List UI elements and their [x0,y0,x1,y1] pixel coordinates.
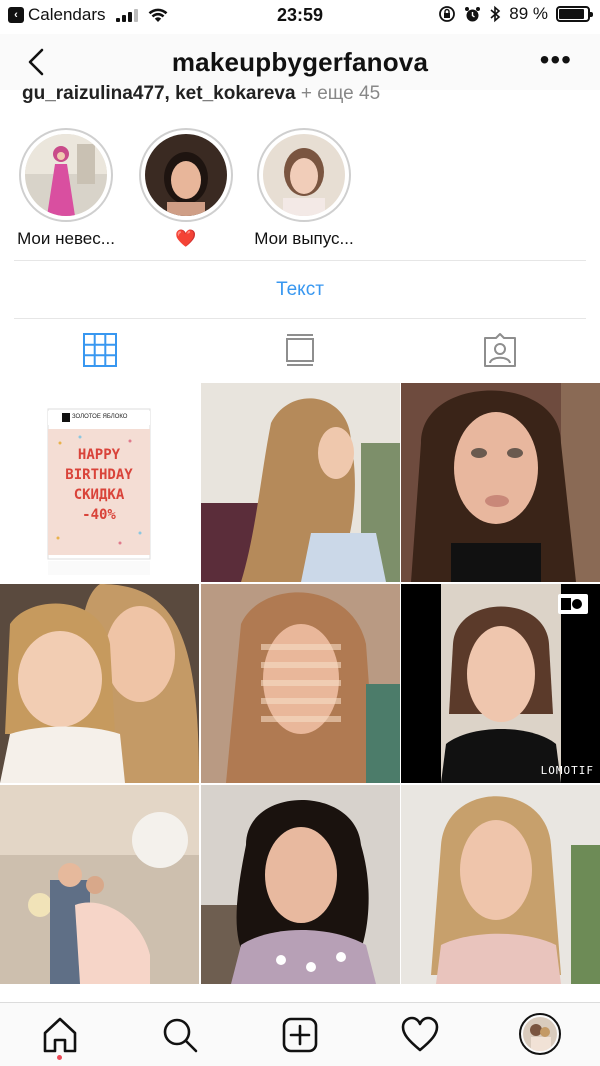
search-icon[interactable] [160,1015,200,1055]
post-photo[interactable] [201,383,400,582]
followed-by-names: gu_raizulina477, ket_kokareva [22,84,296,104]
promo-line: HAPPY [77,447,121,463]
promo-line: СКИДКА [73,487,125,503]
bride-photo [25,134,107,216]
highlight-heart[interactable]: ❤️ [126,128,246,249]
status-bar: ‹ Calendars 23:59 89 % [0,0,600,34]
post-photo[interactable] [201,785,400,984]
promo-brand: ЗОЛОТОЕ ЯБЛОКО [72,414,128,420]
heart-photo [145,134,227,216]
post-promo[interactable]: ЗОЛОТОЕ ЯБЛОКО HAPPY BIRTHDAY СКИДКА -40… [0,383,199,582]
divider [14,260,586,261]
highlight-brides[interactable]: Мои невес... [6,128,126,249]
post-photo[interactable] [401,383,600,582]
post-photo[interactable] [0,584,199,783]
orientation-lock-icon [439,6,456,22]
followed-by-text[interactable]: gu_raizulina477, ket_kokareva + еще 45 [22,84,380,104]
navigation-bar: makeupbygerfanova ••• [0,34,600,90]
highlight-label: Мои выпус... [254,229,354,248]
battery-icon [556,6,593,22]
divider [14,318,586,319]
highlight-ring [257,128,351,222]
followed-by-more: + еще 45 [295,84,381,104]
profile-tabs [0,320,600,382]
feed-icon[interactable] [282,332,318,368]
highlight-ring [19,128,113,222]
activity-heart-icon[interactable] [400,1015,440,1055]
bottom-tab-bar [0,1002,600,1066]
profile-username: makeupbygerfanova [171,46,429,77]
text-button[interactable]: Текст [0,262,600,318]
grid-icon[interactable] [82,332,118,368]
more-options-icon[interactable]: ••• [540,46,572,74]
post-video[interactable]: LOMOTIF [401,584,600,783]
battery-percent: 89 % [509,4,548,23]
new-post-icon[interactable] [280,1015,320,1055]
home-icon[interactable] [40,1015,80,1055]
post-photo[interactable] [0,785,199,984]
highlight-label: Мои невес... [17,229,115,248]
alarm-icon [465,6,481,21]
tagged-icon[interactable] [482,332,518,368]
highlight-label: ❤️ [175,229,197,248]
promo-line: BIRTHDAY [65,467,133,483]
highlight-graduates[interactable]: Мои выпус... [244,128,364,249]
bluetooth-icon [490,5,501,23]
post-photo[interactable] [201,584,400,783]
highlight-ring [139,128,233,222]
graduate-photo [263,134,345,216]
back-arrow-icon[interactable] [22,44,52,80]
posts-grid: ЗОЛОТОЕ ЯБЛОКО HAPPY BIRTHDAY СКИДКА -40… [0,383,600,1003]
post-photo[interactable] [401,785,600,984]
story-highlights: Мои невес... ❤️ Мои выпус... [0,128,600,258]
video-watermark: LOMOTIF [540,764,594,777]
notification-dot [57,1055,62,1060]
profile-avatar[interactable] [519,1013,561,1055]
promo-line: -40% [82,507,116,523]
